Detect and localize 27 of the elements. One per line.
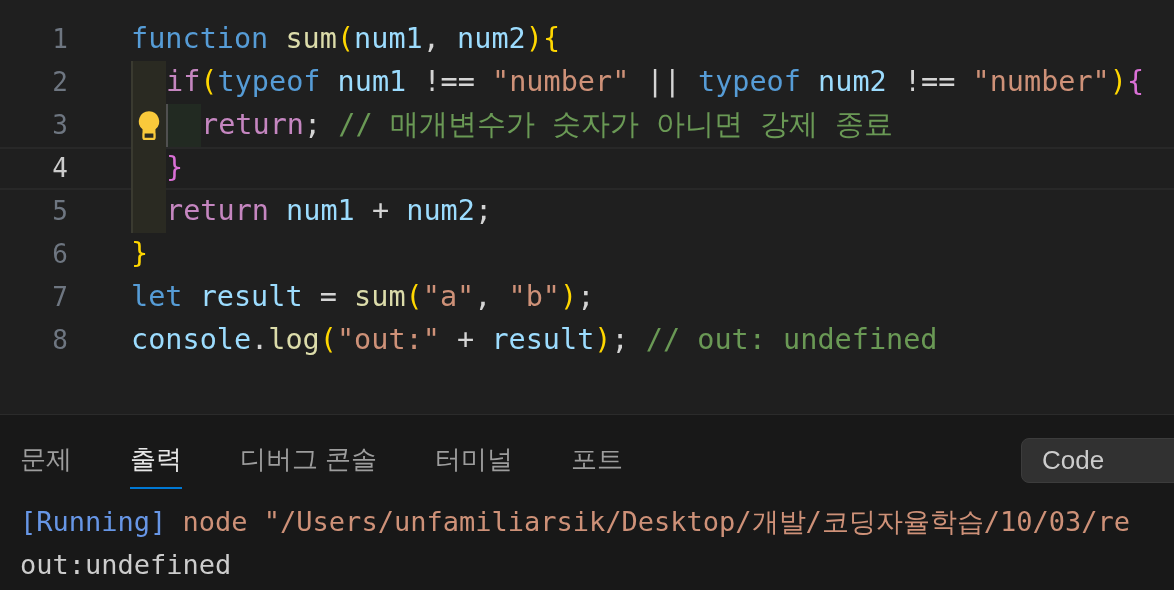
panel-tab[interactable]: 터미널 bbox=[435, 440, 514, 489]
line-number: 8 bbox=[51, 324, 68, 357]
line-number: 4 bbox=[51, 152, 68, 185]
line-number: 7 bbox=[51, 281, 68, 314]
line-number: 2 bbox=[51, 66, 68, 99]
code-line: console.log("out:" + result); // out: undefined bbox=[131, 322, 938, 359]
panel-tab[interactable]: 포트 bbox=[571, 440, 624, 489]
line-number: 3 bbox=[51, 109, 68, 142]
code-line: } bbox=[131, 236, 149, 273]
code-line: } bbox=[166, 150, 184, 187]
indent-guide bbox=[131, 190, 166, 233]
panel-tab[interactable]: 출력 bbox=[130, 440, 182, 489]
lightbulb-icon[interactable] bbox=[137, 110, 161, 140]
code-line: let result = sum("a", "b"); bbox=[131, 279, 595, 316]
code-line: if(typeof num1 !== "number" || typeof num2 !== "number"){ bbox=[166, 64, 1145, 101]
output-channel-dropdown[interactable]: Code bbox=[1021, 438, 1174, 483]
output-line: [Running] node "/Users/unfamiliarsik/Desktop/개발/코딩자율학습/10/03/re bbox=[20, 505, 1132, 540]
panel-tab[interactable]: 문제 bbox=[20, 440, 72, 489]
indent-guide bbox=[131, 61, 166, 104]
code-line: return; // 매개변수가 숫자가 아니면 강제 종료 bbox=[201, 107, 894, 144]
code-line: function sum(num1, num2){ bbox=[131, 21, 561, 58]
output-line: out:undefined bbox=[20, 548, 233, 583]
line-number: 6 bbox=[51, 238, 68, 271]
panel-tab[interactable]: 디버그 콘솔 bbox=[240, 440, 378, 489]
code-line: return num1 + num2; bbox=[166, 193, 493, 230]
line-number: 5 bbox=[51, 195, 68, 228]
line-number: 1 bbox=[51, 23, 68, 56]
